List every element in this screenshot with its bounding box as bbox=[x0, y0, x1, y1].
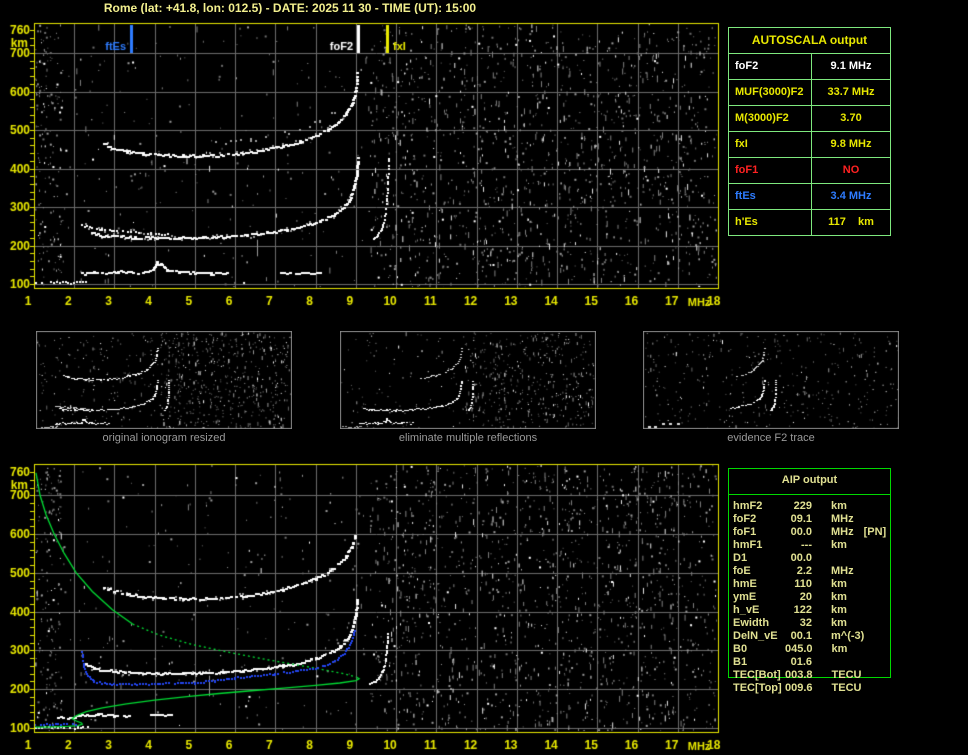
aip-table-title: AIP output bbox=[781, 474, 838, 486]
table-row: TEC[Bot] 003.8 TECU bbox=[728, 669, 891, 682]
parameter-label: D1 bbox=[733, 552, 748, 564]
parameter-label: foF2 bbox=[733, 513, 757, 525]
autoscala-output-table: AUTOSCALA output foF2 9.1 MHz MUF(3000)F2 3… bbox=[728, 27, 891, 236]
thumbnail-evidence-f2-trace bbox=[643, 331, 899, 429]
table-row: B1 01.6 bbox=[728, 656, 891, 669]
thumbnail-caption: eliminate multiple reflections bbox=[398, 432, 538, 444]
parameter-value: 9.1 MHz bbox=[811, 53, 891, 80]
parameter-unit: m^(-3) bbox=[831, 630, 865, 642]
parameter-value: --- bbox=[801, 539, 812, 551]
autoscala-table-rows: foF2 9.1 MHz MUF(3000)F2 33.7 MHz M(3000)F2 3… bbox=[728, 53, 891, 236]
top-ionogram-canvas bbox=[0, 14, 724, 314]
table-row: foF1 00.0 MHz [PN] bbox=[728, 526, 891, 539]
parameter-value: 01.6 bbox=[790, 656, 812, 668]
table-row: foF2 9.1 MHz bbox=[728, 53, 891, 80]
parameter-value: 2.2 bbox=[796, 565, 812, 577]
parameter-label: foF2 bbox=[728, 53, 812, 80]
parameter-value: 229 bbox=[793, 500, 812, 512]
parameter-label: TEC[Top] bbox=[733, 682, 782, 694]
parameter-value: 3.4 MHz bbox=[811, 183, 891, 210]
thumbnail-caption: evidence F2 trace bbox=[727, 432, 815, 444]
parameter-label: ymE bbox=[733, 591, 757, 603]
table-row: D1 00.0 bbox=[728, 552, 891, 565]
parameter-value: 117 km bbox=[811, 209, 891, 236]
parameter-label: fxI bbox=[728, 131, 812, 158]
table-row: h_vE 122 km bbox=[728, 604, 891, 617]
parameter-value: 003.8 bbox=[785, 669, 813, 681]
parameter-value: 110 bbox=[794, 578, 812, 590]
aip-table-divider bbox=[728, 494, 891, 495]
parameter-unit: km bbox=[831, 617, 847, 629]
table-row: TEC[Top] 009.6 TECU bbox=[728, 682, 891, 695]
table-row: M(3000)F2 3.70 bbox=[728, 105, 891, 132]
parameter-label: hmE bbox=[733, 578, 757, 590]
parameter-value: 009.6 bbox=[785, 682, 813, 694]
parameter-label: h'Es bbox=[728, 209, 812, 236]
table-row: B0 045.0 km bbox=[728, 643, 891, 656]
parameter-unit: km bbox=[831, 643, 848, 655]
parameter-label: MUF(3000)F2 bbox=[728, 79, 812, 106]
page-title: Rome (lat: +41.8, lon: 012.5) - DATE: 20… bbox=[103, 1, 477, 15]
table-row: Ewidth 32 km bbox=[728, 617, 891, 630]
parameter-value: 00.0 bbox=[790, 526, 812, 538]
thumbnail-eliminate-reflections bbox=[340, 331, 596, 429]
parameter-unit: MHz bbox=[831, 565, 854, 577]
parameter-unit: km bbox=[831, 604, 847, 616]
parameter-unit: km bbox=[831, 578, 847, 590]
parameter-value: 122 bbox=[793, 604, 812, 616]
table-row: ftEs 3.4 MHz bbox=[728, 183, 891, 210]
parameter-value: 00.1 bbox=[790, 630, 812, 642]
parameter-label: hmF1 bbox=[733, 539, 763, 551]
parameter-label: B1 bbox=[733, 656, 748, 668]
parameter-label: DelN_vE bbox=[733, 630, 778, 642]
parameter-value: 20 bbox=[799, 591, 812, 603]
parameter-label: h_vE bbox=[733, 604, 760, 616]
parameter-unit: MHz bbox=[831, 513, 854, 525]
parameter-unit: km bbox=[831, 539, 847, 551]
table-row: h'Es 117 km bbox=[728, 209, 891, 236]
autoscala-window: Rome (lat: +41.8, lon: 012.5) - DATE: 20… bbox=[0, 0, 968, 755]
table-row: foF2 09.1 MHz bbox=[728, 513, 891, 526]
parameter-unit: km bbox=[831, 591, 847, 603]
parameter-unit: TECU bbox=[831, 682, 862, 694]
table-row: hmF2 229 km bbox=[728, 500, 891, 513]
parameter-value: NO bbox=[811, 157, 891, 184]
parameter-value: 00.0 bbox=[790, 552, 812, 564]
table-row: hmE 110 km bbox=[728, 578, 891, 591]
parameter-label: hmF2 bbox=[733, 500, 763, 512]
parameter-value: 9.8 MHz bbox=[811, 131, 891, 158]
parameter-unit: TECU bbox=[831, 669, 862, 681]
table-row: DelN_vE 00.1 m^(-3) bbox=[728, 630, 891, 643]
table-row: foF1 NO bbox=[728, 157, 891, 184]
table-row: hmF1 --- km bbox=[728, 539, 891, 552]
parameter-unit: MHz bbox=[831, 526, 854, 538]
thumbnail-original-ionogram bbox=[36, 331, 292, 429]
aip-table-rows: hmF2 229 km foF2 09.1 MHz foF1 00.0 MHz [PN] hmF1 -… bbox=[728, 500, 891, 695]
parameter-value: 045.0 bbox=[785, 643, 813, 655]
parameter-label: foF1 bbox=[728, 157, 812, 184]
parameter-label: foE bbox=[733, 565, 751, 577]
parameter-unit: km bbox=[831, 500, 847, 512]
parameter-label: TEC[Bot] bbox=[733, 669, 781, 681]
parameter-label: M(3000)F2 bbox=[728, 105, 812, 132]
table-row: foE 2.2 MHz bbox=[728, 565, 891, 578]
parameter-note: [PN] bbox=[863, 526, 887, 538]
table-row: MUF(3000)F2 33.7 MHz bbox=[728, 79, 891, 106]
bottom-ionogram-canvas bbox=[0, 455, 724, 755]
thumbnail-caption: original ionogram resized bbox=[102, 432, 226, 444]
parameter-label: ftEs bbox=[728, 183, 812, 210]
parameter-label: Ewidth bbox=[733, 617, 770, 629]
parameter-value: 32 bbox=[799, 617, 812, 629]
autoscala-table-title: AUTOSCALA output bbox=[728, 27, 891, 54]
parameter-value: 33.7 MHz bbox=[811, 79, 891, 106]
parameter-value: 3.70 bbox=[811, 105, 891, 132]
parameter-value: 09.1 bbox=[790, 513, 812, 525]
parameter-label: foF1 bbox=[733, 526, 757, 538]
table-row: fxI 9.8 MHz bbox=[728, 131, 891, 158]
table-row: ymE 20 km bbox=[728, 591, 891, 604]
parameter-label: B0 bbox=[733, 643, 748, 655]
